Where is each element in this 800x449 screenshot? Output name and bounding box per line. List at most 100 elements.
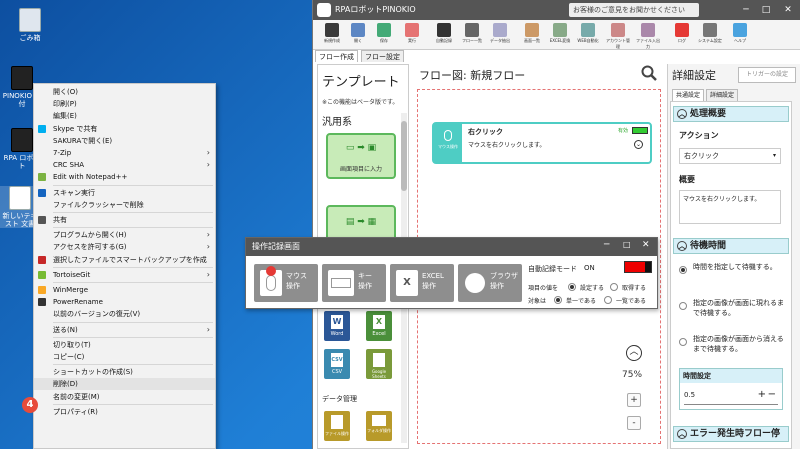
context-menu-item[interactable]: 開く(O) — [34, 86, 215, 98]
section-wait-time[interactable]: ︿ 待機時間 — [673, 238, 789, 254]
target-list-radio[interactable] — [604, 296, 612, 304]
context-menu-item[interactable]: ファイルクラッシャーで削除 — [34, 199, 215, 211]
context-menu-item[interactable]: 切り取り(T) — [34, 339, 215, 351]
context-menu-item[interactable]: 印刷(P) — [34, 98, 215, 110]
section-label: エラー発生時フロー停 — [690, 429, 781, 439]
auto-mode-toggle[interactable] — [624, 261, 652, 273]
template-csv[interactable]: CSV CSV — [324, 349, 350, 379]
toolbar: 新規作成 開く 保存 実行 自動記録 フロー一覧 データ抽出 画面一覧 EXCEL変換 WEB自動… — [313, 20, 800, 50]
toolbar-button[interactable]: ファイル入出力 — [635, 22, 661, 49]
toolbar-button[interactable]: 保存 — [371, 22, 397, 48]
toolbar-button-label: ファイル入出力 — [636, 38, 660, 49]
context-menu-item[interactable]: 7-Zip › — [34, 147, 215, 159]
context-menu-item-label: 7-Zip — [53, 149, 72, 157]
zoom-in-button[interactable]: + — [627, 393, 641, 407]
toolbar-button[interactable]: フロー一覧 — [459, 22, 485, 48]
tab-common-settings[interactable]: 共通設定 — [672, 89, 705, 101]
target-list-label: 一覧である — [616, 298, 646, 305]
context-menu-item[interactable]: 共有 — [34, 214, 215, 226]
recorder-maximize-button[interactable]: □ — [623, 240, 631, 249]
context-menu-item[interactable]: 編集(E) — [34, 110, 215, 122]
minimize-button[interactable]: ─ — [739, 3, 753, 17]
search-icon[interactable] — [641, 65, 657, 81]
decrement-icon[interactable]: − — [768, 389, 776, 400]
toolbar-button[interactable]: アカウント管理 — [605, 22, 631, 49]
tab-detail-settings[interactable]: 詳細設定 — [706, 89, 739, 101]
template-file-ops[interactable]: ファイル操作 — [324, 411, 350, 441]
context-menu-item[interactable]: Edit with Notepad++ — [34, 171, 215, 183]
increment-icon[interactable]: + — [758, 389, 766, 400]
context-menu-item-label: WinMerge — [53, 286, 88, 294]
node-toggle[interactable] — [632, 127, 648, 134]
context-menu-item[interactable]: TortoiseGit › — [34, 269, 215, 281]
auto-mode-value: ON — [584, 264, 595, 272]
toolbar-button[interactable]: ヘルプ — [727, 22, 753, 48]
value-get-radio[interactable] — [610, 283, 618, 291]
record-mouse-button[interactable]: マウス 操作 — [254, 264, 318, 302]
zoom-out-button[interactable]: - — [627, 416, 641, 430]
toolbar-button[interactable]: ログ — [669, 22, 695, 48]
section-process-summary[interactable]: ︿ 処理概要 — [673, 106, 789, 122]
context-menu-item[interactable]: SAKURAで開く(E) — [34, 135, 215, 147]
toolbar-button-label: 実行 — [408, 38, 416, 43]
toolbar-button[interactable]: データ抽出 — [487, 22, 513, 48]
template-google-sheets[interactable]: Google Sheets — [366, 349, 392, 379]
context-menu-item[interactable]: ショートカットの作成(S) — [34, 366, 215, 378]
template-card-input[interactable]: ▭ ➡ ▣ 画面項目に入力 — [326, 133, 396, 179]
context-menu-item[interactable]: プログラムから開く(H) › — [34, 229, 215, 241]
context-menu-item[interactable]: コピー(C) — [34, 351, 215, 363]
summary-textarea[interactable]: マウスを右クリックします。 — [679, 190, 781, 224]
toolbar-button[interactable]: 実行 — [399, 22, 425, 48]
context-menu-item[interactable]: 送る(N) › — [34, 324, 215, 336]
recorder-close-button[interactable]: ✕ — [642, 240, 650, 250]
context-menu-item[interactable]: 名前の変更(M) — [34, 391, 215, 403]
backup-icon — [38, 255, 46, 264]
context-menu-item[interactable]: Skype で共有 — [34, 123, 215, 135]
scrollbar-thumb[interactable] — [401, 121, 407, 191]
maximize-button[interactable]: □ — [759, 3, 773, 17]
toolbar-icon — [525, 23, 539, 37]
chevron-down-icon[interactable]: ⌄ — [634, 140, 643, 149]
context-menu-item[interactable]: 選択したファイルでスマートバックアップを作成 — [34, 254, 215, 266]
toolbar-button[interactable]: 自動記録 — [431, 22, 457, 48]
toolbar-button[interactable]: 新規作成 — [319, 22, 345, 48]
action-select[interactable]: 右クリック ▾ — [679, 148, 781, 164]
wait-option-disappear-radio[interactable] — [679, 338, 687, 346]
recorder-minimize-button[interactable]: ─ — [604, 240, 609, 250]
desktop-icon-recycle-bin[interactable]: ごみ箱 — [10, 8, 50, 42]
menu-separator — [53, 403, 213, 405]
toolbar-button[interactable]: システム設定 — [697, 22, 723, 48]
template-section-general: 汎用系 — [322, 117, 352, 128]
toolbar-button[interactable]: EXCEL変換 — [547, 22, 573, 48]
context-menu-item[interactable]: PowerRename — [34, 296, 215, 308]
feedback-button[interactable]: お客様のご意見をお聞かせください — [569, 3, 699, 17]
target-single-radio[interactable] — [554, 296, 562, 304]
toolbar-button[interactable]: WEB自動化 — [575, 22, 601, 48]
template-excel[interactable]: X Excel — [366, 311, 392, 341]
record-key-button[interactable]: キー 操作 — [322, 264, 386, 302]
time-value-input[interactable]: 0.5 + − — [684, 389, 778, 405]
context-menu-item[interactable]: 削除(D) — [34, 378, 215, 391]
template-folder-ops[interactable]: フォルダ操作 — [366, 411, 392, 441]
wait-option-time-radio[interactable] — [679, 266, 687, 274]
context-menu-item[interactable]: プロパティ(R) — [34, 406, 215, 418]
context-menu-item[interactable]: 以前のバージョンの復元(V) — [34, 308, 215, 320]
flow-node-right-click[interactable]: マウス操作 右クリック 有効 マウスを右クリックします。 ⌄ — [432, 122, 652, 164]
context-menu-item[interactable]: WinMerge — [34, 284, 215, 296]
wait-option-appear-radio[interactable] — [679, 302, 687, 310]
value-set-radio[interactable] — [568, 283, 576, 291]
template-word[interactable]: W Word — [324, 311, 350, 341]
section-error-stop[interactable]: ︿ エラー発生時フロー停 — [673, 426, 789, 442]
close-button[interactable]: ✕ — [781, 3, 795, 17]
toolbar-button[interactable]: 開く — [345, 22, 371, 48]
tab-flow-settings[interactable]: フロー設定 — [361, 50, 404, 62]
record-excel-button[interactable]: X EXCEL 操作 — [390, 264, 454, 302]
context-menu-item[interactable]: CRC SHA › — [34, 159, 215, 171]
tab-flow-create[interactable]: フロー作成 — [315, 50, 358, 62]
trigger-settings-button[interactable]: トリガーの設定 — [738, 67, 796, 83]
record-browser-button[interactable]: ブラウザ 操作 — [458, 264, 522, 302]
context-menu-item[interactable]: スキャン実行 — [34, 187, 215, 199]
toolbar-button[interactable]: 画面一覧 — [519, 22, 545, 48]
scroll-up-icon[interactable]: ︿ — [626, 345, 642, 361]
context-menu-item[interactable]: アクセスを許可する(G) › — [34, 241, 215, 253]
